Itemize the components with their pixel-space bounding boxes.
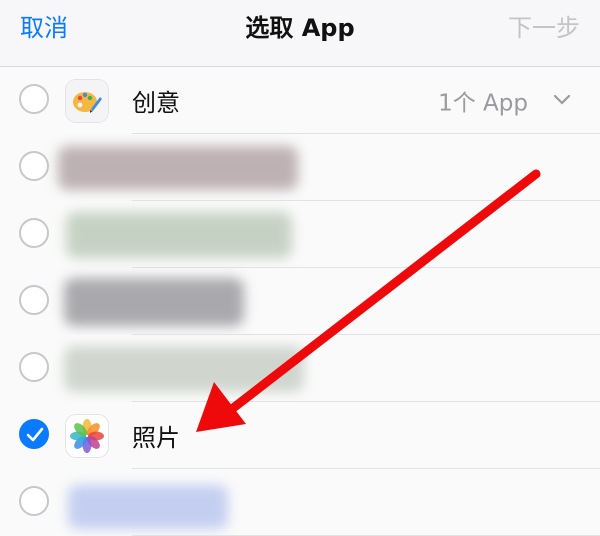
red-arrow-annotation — [196, 169, 541, 432]
